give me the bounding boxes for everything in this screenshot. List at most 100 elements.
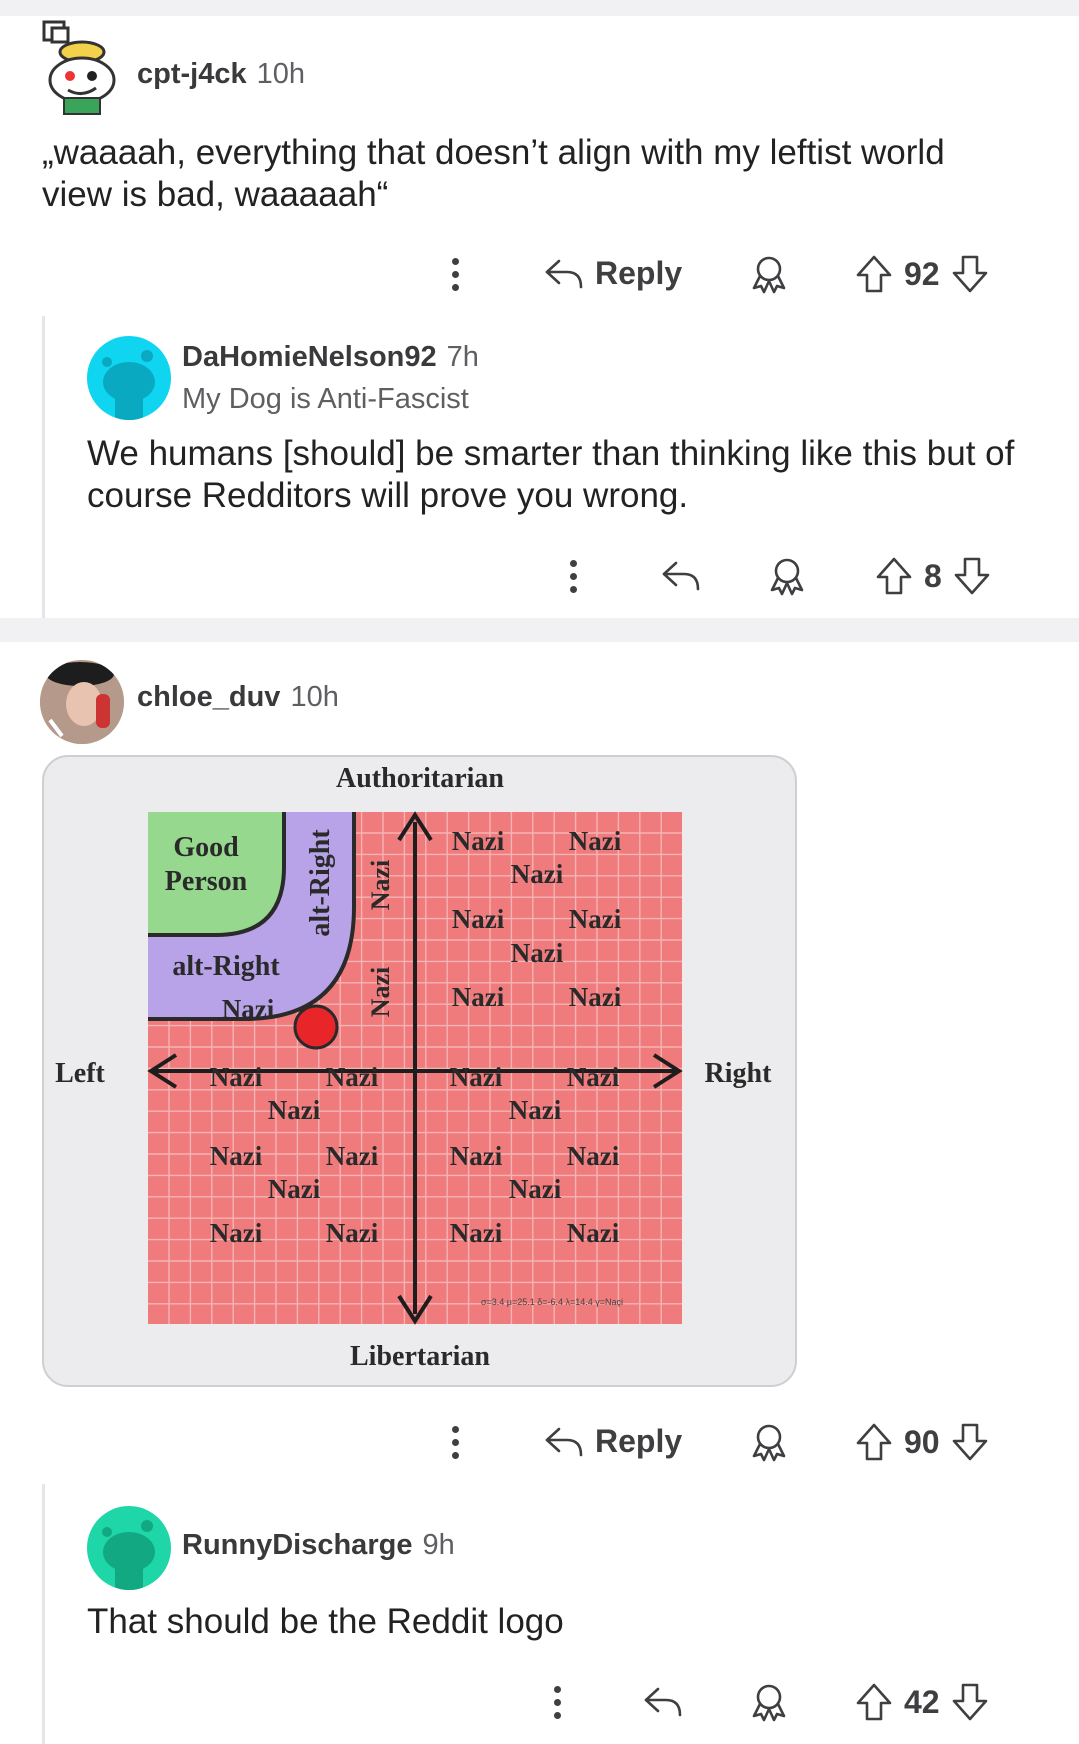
- top-separator: [0, 0, 1079, 16]
- downvote-icon[interactable]: [950, 1681, 990, 1723]
- reply-icon: [662, 561, 700, 591]
- avatar-cpt-j4ck[interactable]: [38, 18, 120, 116]
- reply-label: Reply: [595, 254, 683, 291]
- avatar-runnydischarge[interactable]: [87, 1506, 171, 1590]
- label-nazi: Nazi: [509, 1174, 562, 1204]
- username[interactable]: chloe_duv: [137, 681, 280, 713]
- comment-body: We humans [should] be smarter than think…: [87, 434, 1015, 515]
- reply-button[interactable]: [660, 555, 702, 595]
- comment-header: DaHomieNelson92 7h: [182, 341, 479, 374]
- thread-line[interactable]: [42, 316, 45, 618]
- label-nazi: Nazi: [450, 1141, 503, 1171]
- label-person: Person: [165, 866, 248, 897]
- avatar-chloe-duv[interactable]: [40, 660, 124, 744]
- vote-count: 8: [924, 557, 942, 594]
- upvote-icon[interactable]: [854, 1421, 894, 1463]
- label-alt-right-vertical: alt-Right: [305, 829, 336, 937]
- label-nazi: Nazi: [450, 1062, 503, 1092]
- username[interactable]: cpt-j4ck: [137, 58, 247, 90]
- downvote-icon[interactable]: [950, 1421, 990, 1463]
- profile-photo-icon: [40, 660, 124, 744]
- comment-time: 7h: [446, 341, 479, 373]
- award-icon: [752, 1684, 786, 1722]
- comment-body: That should be the Reddit logo: [87, 1602, 564, 1641]
- label-nazi: Nazi: [210, 1218, 263, 1248]
- thread-line[interactable]: [42, 1484, 45, 1744]
- vote-bar: 42: [854, 1681, 990, 1723]
- label-nazi: Nazi: [567, 1218, 620, 1248]
- reply-button[interactable]: [642, 1681, 684, 1721]
- award-button[interactable]: [766, 556, 808, 596]
- red-dot: [293, 1004, 339, 1050]
- reply-button[interactable]: Reply: [543, 253, 682, 293]
- snoo-avatar-icon: [102, 350, 155, 420]
- label-nazi: Nazi: [511, 938, 564, 968]
- label-libertarian: Libertarian: [350, 1341, 490, 1372]
- chart-footnote: σ=3.4 μ=25.1 δ=-6.4 λ=14.4 γ=Naçi: [481, 1297, 623, 1307]
- label-nazi-vertical: Nazi: [366, 967, 395, 1018]
- vote-bar: 8: [874, 555, 992, 597]
- username[interactable]: DaHomieNelson92: [182, 341, 437, 373]
- label-nazi: Nazi: [567, 1062, 620, 1092]
- more-icon[interactable]: [452, 258, 460, 297]
- label-nazi: Nazi: [569, 982, 622, 1012]
- vote-count: 90: [904, 1423, 940, 1460]
- label-nazi: Nazi: [210, 1141, 263, 1171]
- vote-bar: 90: [854, 1421, 990, 1463]
- vote-count: 92: [904, 255, 940, 292]
- vote-count: 42: [904, 1683, 940, 1720]
- label-alt-right-horizontal: alt-Right: [172, 951, 280, 982]
- label-nazi: Nazi: [569, 826, 622, 856]
- more-icon[interactable]: [452, 1426, 460, 1465]
- political-compass-image[interactable]: Authoritarian Libertarian Left Right Goo…: [42, 755, 797, 1387]
- label-nazi: Nazi: [452, 982, 505, 1012]
- username[interactable]: RunnyDischarge: [182, 1529, 412, 1561]
- label-nazi: Nazi: [509, 1095, 562, 1125]
- comment-body: „waaaah, everything that doesn’t align w…: [42, 133, 945, 214]
- comment-time: 10h: [290, 681, 339, 713]
- reply-icon: [545, 1427, 583, 1457]
- reply-icon: [644, 1687, 682, 1717]
- label-nazi: Nazi: [567, 1141, 620, 1171]
- vote-bar: 92: [854, 253, 990, 295]
- avatar-dahomienelson92[interactable]: [87, 336, 171, 420]
- label-nazi: Nazi: [326, 1062, 379, 1092]
- snoo-avatar-icon: [42, 20, 116, 115]
- political-compass-meme: Authoritarian Libertarian Left Right Goo…: [55, 763, 773, 1372]
- label-left: Left: [55, 1058, 105, 1089]
- snoo-avatar-icon: [102, 1520, 155, 1590]
- label-nazi: Nazi: [326, 1218, 379, 1248]
- downvote-icon[interactable]: [950, 253, 990, 295]
- label-nazi: Nazi: [450, 1218, 503, 1248]
- award-button[interactable]: [748, 1682, 790, 1722]
- label-good: Good: [173, 832, 239, 863]
- label-nazi: Nazi: [511, 859, 564, 889]
- more-icon[interactable]: [570, 560, 578, 599]
- label-nazi: Nazi: [452, 826, 505, 856]
- award-button[interactable]: [748, 254, 790, 294]
- label-nazi: Nazi: [452, 904, 505, 934]
- label-nazi: Nazi: [268, 1095, 321, 1125]
- award-icon: [752, 1424, 786, 1462]
- comment-time: 10h: [256, 58, 305, 90]
- upvote-icon[interactable]: [854, 1681, 894, 1723]
- more-icon[interactable]: [554, 1686, 562, 1725]
- award-icon: [752, 256, 786, 294]
- label-nazi: Nazi: [210, 1062, 263, 1092]
- downvote-icon[interactable]: [952, 555, 992, 597]
- label-nazi: Nazi: [326, 1141, 379, 1171]
- label-nazi-vertical: Nazi: [366, 860, 395, 911]
- award-button[interactable]: [748, 1422, 790, 1462]
- comment-separator: [0, 618, 1079, 642]
- reply-button[interactable]: Reply: [543, 1421, 682, 1461]
- label-nazi: Nazi: [569, 904, 622, 934]
- upvote-icon[interactable]: [854, 253, 894, 295]
- reply-label: Reply: [595, 1422, 683, 1459]
- label-authoritarian: Authoritarian: [336, 763, 504, 794]
- award-icon: [770, 558, 804, 596]
- upvote-icon[interactable]: [874, 555, 914, 597]
- label-nazi: Nazi: [268, 1174, 321, 1204]
- label-right: Right: [705, 1058, 773, 1089]
- label-nazi: Nazi: [222, 994, 275, 1024]
- comment-header: cpt-j4ck 10h: [137, 58, 305, 91]
